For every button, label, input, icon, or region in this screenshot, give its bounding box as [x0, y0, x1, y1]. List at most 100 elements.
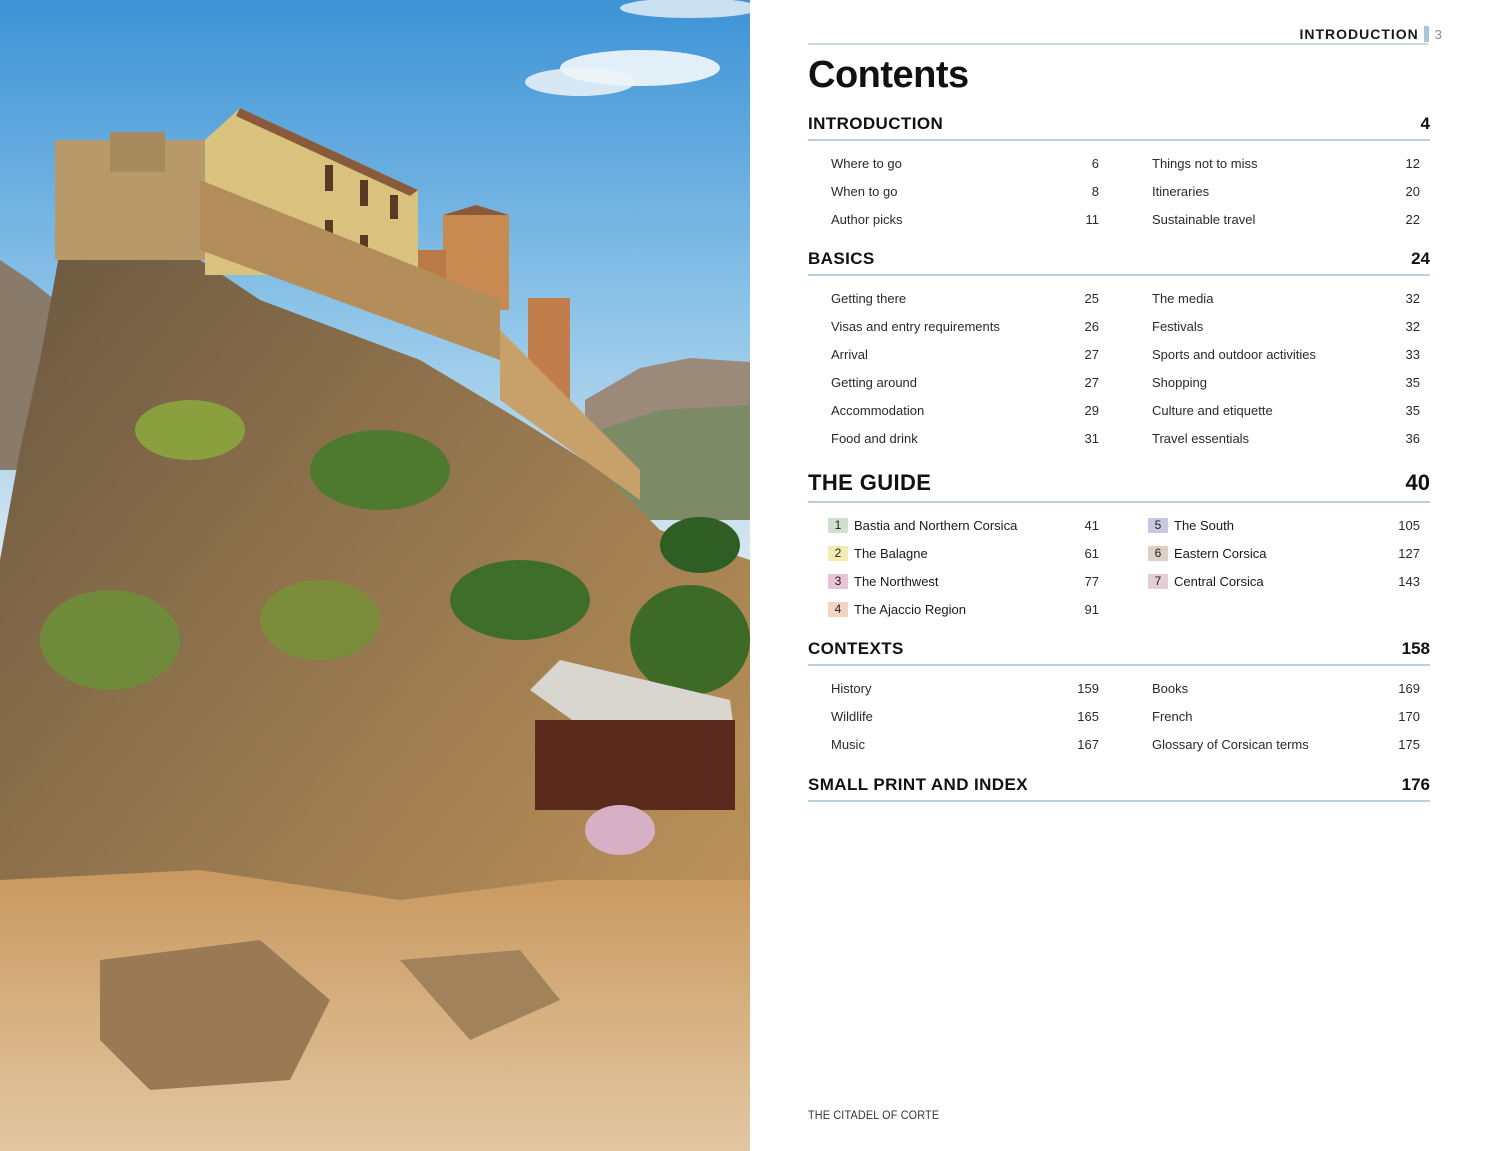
section-title: THE GUIDE: [808, 470, 932, 495]
entries-left: Where to go 6 When to go 8 Author picks 11: [808, 149, 1152, 233]
entry-page: 32: [1405, 318, 1420, 334]
toc-entry[interactable]: Glossary of Corsican terms 175: [1152, 730, 1430, 758]
chapter-number-badge: 1: [828, 517, 848, 533]
entry-page: 61: [1084, 545, 1099, 561]
toc-entry-chapter-3[interactable]: 3 The Northwest 77: [828, 567, 1152, 595]
toc-entry[interactable]: Sports and outdoor activities 33: [1152, 340, 1430, 368]
chapter-number-badge: 2: [828, 545, 848, 561]
section-page: 24: [1411, 249, 1430, 268]
entry-page: 143: [1398, 573, 1420, 589]
entry-label: Accommodation: [831, 402, 925, 418]
entry-label: Itineraries: [1152, 183, 1210, 199]
toc-entry[interactable]: Food and drink 31: [831, 424, 1152, 452]
entry-page: 167: [1077, 736, 1099, 752]
toc-entry[interactable]: Travel essentials 36: [1152, 424, 1430, 452]
entry-label: Getting there: [831, 290, 907, 306]
section-page: 4: [1420, 114, 1430, 133]
entry-page: 170: [1398, 708, 1420, 724]
toc-entry[interactable]: Author picks 11: [831, 205, 1152, 233]
toc-entry-chapter-2[interactable]: 2 The Balagne 61: [828, 539, 1152, 567]
toc-entry[interactable]: Visas and entry requirements 26: [831, 312, 1152, 340]
section-page: 158: [1401, 639, 1430, 658]
entry-label: Arrival: [831, 346, 868, 362]
section-small-print: SMALL PRINT AND INDEX 176: [808, 775, 1430, 802]
toc-entry[interactable]: Getting there 25: [831, 284, 1152, 312]
entry-label: The Northwest: [854, 573, 939, 589]
entry-label: When to go: [831, 183, 898, 199]
section-introduction: INTRODUCTION 4 Where to go 6 When to go 8 …: [808, 114, 1430, 233]
toc-entry[interactable]: Shopping 35: [1152, 368, 1430, 396]
section-heading[interactable]: THE GUIDE 40: [808, 470, 1430, 503]
entry-label: Bastia and Northern Corsica: [854, 517, 1018, 533]
running-head: INTRODUCTION 3: [1299, 26, 1442, 42]
section-heading[interactable]: CONTEXTS 158: [808, 639, 1430, 666]
entry-label: The media: [1152, 290, 1214, 306]
toc-entry[interactable]: Books 169: [1152, 674, 1430, 702]
entry-label: Festivals: [1152, 318, 1204, 334]
entry-page: 33: [1405, 346, 1420, 362]
section-heading[interactable]: SMALL PRINT AND INDEX 176: [808, 775, 1430, 802]
entry-label: Music: [831, 736, 865, 752]
entry-page: 35: [1405, 374, 1420, 390]
toc-entry-chapter-7[interactable]: 7 Central Corsica 143: [1148, 567, 1430, 595]
entry-page: 27: [1084, 346, 1099, 362]
entry-label: The Ajaccio Region: [854, 601, 967, 617]
entries-right: The media 32 Festivals 32 Sports and outdo…: [1152, 284, 1430, 452]
entry-page: 8: [1091, 183, 1099, 199]
section-heading[interactable]: BASICS 24: [808, 249, 1430, 276]
toc-entry[interactable]: Where to go 6: [831, 149, 1152, 177]
toc-entry-chapter-4[interactable]: 4 The Ajaccio Region 91: [828, 595, 1152, 623]
entry-page: 36: [1405, 430, 1420, 446]
entry-label: Food and drink: [831, 430, 918, 446]
section-contexts: CONTEXTS 158 History 159 Wildlife 165 Musi…: [808, 639, 1430, 758]
toc-entry[interactable]: Festivals 32: [1152, 312, 1430, 340]
entry-label: Sports and outdoor activities: [1152, 346, 1317, 362]
entry-page: 41: [1084, 517, 1099, 533]
toc-entry[interactable]: History 159: [831, 674, 1152, 702]
entry-page: 20: [1405, 183, 1420, 199]
entry-page: 159: [1077, 680, 1099, 696]
photo-caption: THE CITADEL OF CORTE: [808, 1108, 940, 1122]
toc-entry-chapter-5[interactable]: 5 The South 105: [1148, 511, 1430, 539]
entry-label: Things not to miss: [1152, 155, 1258, 171]
toc-entry-chapter-1[interactable]: 1 Bastia and Northern Corsica 41: [828, 511, 1152, 539]
toc-entry[interactable]: Wildlife 165: [831, 702, 1152, 730]
entry-page: 11: [1085, 211, 1100, 227]
entry-page: 12: [1405, 155, 1420, 171]
entry-page: 26: [1084, 318, 1099, 334]
entry-page: 165: [1077, 708, 1099, 724]
toc-entry[interactable]: The media 32: [1152, 284, 1430, 312]
section-heading[interactable]: INTRODUCTION 4: [808, 114, 1430, 141]
section-page: 176: [1401, 775, 1430, 794]
chapter-number-badge: 5: [1148, 517, 1168, 533]
entry-label: History: [831, 680, 872, 696]
entry-label: Culture and etiquette: [1152, 402, 1273, 418]
toc-entry[interactable]: Itineraries 20: [1152, 177, 1430, 205]
toc-entry[interactable]: Sustainable travel 22: [1152, 205, 1430, 233]
toc-entry[interactable]: Things not to miss 12: [1152, 149, 1430, 177]
entry-page: 175: [1398, 736, 1420, 752]
toc-entry-chapter-6[interactable]: 6 Eastern Corsica 127: [1148, 539, 1430, 567]
entries-left: Getting there 25 Visas and entry requirem…: [808, 284, 1152, 452]
entry-label: Eastern Corsica: [1174, 545, 1267, 561]
entry-page: 22: [1405, 211, 1420, 227]
section-guide: THE GUIDE 40 1 Bastia and Northern Corsic…: [808, 470, 1430, 623]
toc-entry[interactable]: Culture and etiquette 35: [1152, 396, 1430, 424]
entry-page: 27: [1084, 374, 1099, 390]
page-number: 3: [1434, 26, 1442, 42]
section-title: INTRODUCTION: [808, 114, 944, 133]
entry-page: 31: [1084, 430, 1099, 446]
toc-entry[interactable]: Music 167: [831, 730, 1152, 758]
entry-page: 169: [1398, 680, 1420, 696]
toc-entry[interactable]: Accommodation 29: [831, 396, 1152, 424]
toc-entry[interactable]: Arrival 27: [831, 340, 1152, 368]
header-rule: [808, 43, 1428, 45]
toc-entry[interactable]: When to go 8: [831, 177, 1152, 205]
section-page: 40: [1405, 470, 1430, 495]
toc-entry[interactable]: French 170: [1152, 702, 1430, 730]
entry-page: 29: [1084, 402, 1099, 418]
chapter-number-badge: 3: [828, 573, 848, 589]
toc-entry[interactable]: Getting around 27: [831, 368, 1152, 396]
entry-label: Visas and entry requirements: [831, 318, 1000, 334]
entry-page: 6: [1091, 155, 1099, 171]
